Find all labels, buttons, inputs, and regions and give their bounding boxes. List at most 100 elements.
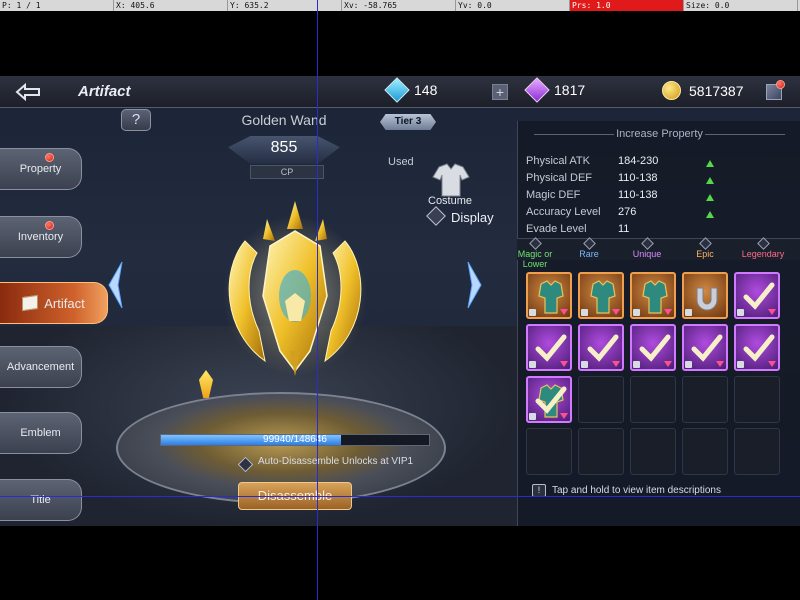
cp-value: 855: [270, 139, 298, 156]
item-slot[interactable]: [734, 272, 780, 319]
debug-overlay-bar: P: 1 / 1 X: 405.6 Y: 635.2 Xv: -58.765 Y…: [0, 0, 800, 11]
lock-icon: [633, 309, 640, 316]
property-value: 110-138: [618, 172, 658, 184]
tab-advancement[interactable]: Advancement: [0, 346, 82, 388]
debug-y: Y: 635.2: [228, 0, 342, 11]
item-slot[interactable]: [630, 324, 676, 371]
tab-advancement-label: Advancement: [6, 361, 75, 373]
empty-item-slot[interactable]: [630, 428, 676, 475]
costume-icon[interactable]: [431, 163, 471, 197]
tab-title[interactable]: Title: [0, 479, 82, 521]
page-title: Artifact: [78, 83, 131, 100]
down-arrow-icon: [560, 361, 568, 367]
empty-item-slot[interactable]: [526, 428, 572, 475]
empty-item-slot[interactable]: [630, 376, 676, 423]
tab-inventory-label: Inventory: [17, 231, 64, 243]
lock-icon: [529, 413, 536, 420]
rarity-label: Unique: [632, 249, 662, 259]
lock-icon: [737, 361, 744, 368]
used-label: Used: [388, 156, 414, 168]
tier-badge: Tier 3: [380, 114, 436, 130]
artifact-exp-text: 99940/148646: [263, 434, 327, 445]
lock-icon: [581, 361, 588, 368]
lock-icon: [529, 309, 536, 316]
increase-arrow-icon: [706, 177, 714, 184]
empty-item-slot[interactable]: [578, 376, 624, 423]
golden-wand-artifact: [223, 201, 367, 376]
crystal-count: 1817: [554, 82, 586, 98]
rarity-label: Legendary: [741, 249, 785, 259]
shop-notification-dot: [776, 80, 785, 89]
back-button[interactable]: [0, 76, 56, 108]
item-slot[interactable]: [578, 272, 624, 319]
lock-icon: [581, 309, 588, 316]
check-mark-icon: [691, 334, 723, 362]
down-arrow-icon: [612, 309, 620, 315]
rarity-label: Epic: [696, 249, 714, 259]
debug-xv: Xv: -58.765: [342, 0, 456, 11]
item-slot[interactable]: [630, 272, 676, 319]
down-arrow-icon: [612, 361, 620, 367]
next-artifact-arrow[interactable]: [466, 260, 484, 310]
property-row: Evade Level 11: [526, 223, 726, 232]
empty-item-slot[interactable]: [734, 376, 780, 423]
tab-property[interactable]: Property: [0, 148, 82, 190]
check-mark-icon: [639, 334, 671, 362]
item-slot[interactable]: [526, 376, 572, 423]
gold-currency: 5817387: [662, 81, 744, 100]
rarity-legendary[interactable]: Legendary: [733, 237, 793, 259]
cp-label: CP: [250, 165, 324, 179]
debug-size: Size: 0.0: [684, 0, 798, 11]
property-name: Physical ATK: [526, 155, 590, 167]
help-button[interactable]: ?: [121, 109, 151, 131]
lock-icon: [685, 361, 692, 368]
property-row: Accuracy Level 276: [526, 206, 726, 223]
tab-property-label: Property: [19, 163, 62, 175]
costume-label: Costume: [428, 195, 473, 207]
rarity-filter-bar: Magic or Lower Rare Unique Epic Legendar…: [517, 237, 800, 269]
empty-item-slot[interactable]: [578, 428, 624, 475]
increase-arrow-icon: [706, 194, 714, 201]
tab-inventory[interactable]: Inventory: [0, 216, 82, 258]
magnet-icon: [696, 287, 718, 311]
property-row: Physical DEF 110-138: [526, 172, 726, 189]
item-slot[interactable]: [526, 272, 572, 319]
empty-item-slot[interactable]: [734, 428, 780, 475]
lock-icon: [529, 361, 536, 368]
item-slot[interactable]: [734, 324, 780, 371]
debug-crosshair-horizontal: [0, 496, 800, 497]
crystal-icon: [524, 77, 550, 103]
rarity-label: Magic or Lower: [517, 249, 553, 269]
tab-artifact[interactable]: Artifact: [0, 282, 108, 324]
rarity-magic-or-lower[interactable]: Magic or Lower: [513, 237, 557, 269]
gold-coin-icon: [662, 81, 681, 100]
item-slot[interactable]: [682, 272, 728, 319]
item-slot[interactable]: [526, 324, 572, 371]
rarity-rare[interactable]: Rare: [569, 237, 609, 259]
check-mark-icon: [743, 334, 775, 362]
rarity-epic[interactable]: Epic: [685, 237, 725, 259]
empty-item-slot[interactable]: [682, 376, 728, 423]
item-slot[interactable]: [682, 324, 728, 371]
down-arrow-icon: [560, 413, 568, 419]
artifact-exp-bar: 99940/148646: [160, 434, 430, 446]
property-row: Magic DEF 110-138: [526, 189, 726, 206]
lock-icon: [633, 361, 640, 368]
rarity-checkbox: [582, 237, 596, 250]
empty-item-slot[interactable]: [682, 428, 728, 475]
property-value: 11: [618, 223, 630, 232]
lock-icon: [685, 309, 692, 316]
add-diamond-button[interactable]: +: [492, 84, 508, 100]
debug-x: X: 405.6: [114, 0, 228, 11]
property-value: 276: [618, 206, 637, 218]
previous-artifact-arrow[interactable]: [106, 260, 124, 310]
rarity-unique[interactable]: Unique: [625, 237, 669, 259]
auto-disassemble-label: Auto-Disassemble Unlocks at VIP1: [258, 456, 414, 467]
rarity-checkbox: [640, 237, 654, 250]
item-slot[interactable]: [578, 324, 624, 371]
display-checkbox[interactable]: [426, 206, 446, 226]
tab-emblem[interactable]: Emblem: [0, 412, 82, 454]
diamond-count: 148: [414, 82, 438, 98]
game-screen: Artifact 148 + 1817 5817387 Property Inv…: [0, 76, 800, 526]
back-arrow-icon: [15, 82, 40, 101]
